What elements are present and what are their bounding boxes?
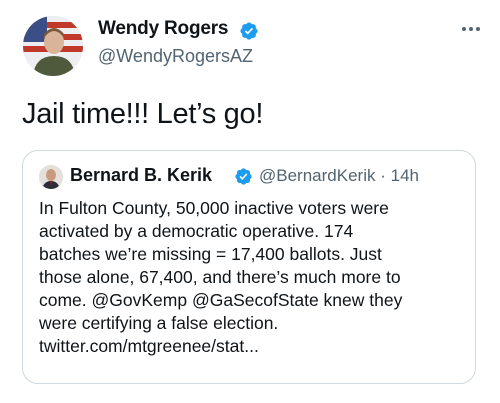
- quoted-text-line: those alone, 67,400, and there’s much mo…: [39, 267, 401, 287]
- avatar-image: [39, 165, 63, 189]
- quoted-author-avatar[interactable]: [39, 165, 63, 189]
- more-options-button[interactable]: [456, 18, 486, 40]
- quoted-text-line: In Fulton County, 50,000 inactive voters…: [39, 198, 389, 218]
- quoted-text-line: come. @GovKemp @GaSecofState knew they: [39, 290, 403, 310]
- quoted-text-line: were certifying a false election.: [39, 313, 279, 333]
- tweet-card: Wendy Rogers @WendyRogersAZ Jail time!!!…: [0, 0, 500, 403]
- quoted-tweet-meta: @BernardKerik · 14h: [259, 166, 419, 186]
- meta-separator: ·: [380, 166, 386, 185]
- ellipsis-icon: [469, 27, 473, 31]
- quoted-tweet[interactable]: Bernard B. Kerik @BernardKerik · 14h In …: [22, 150, 476, 384]
- quoted-tweet-link[interactable]: twitter.com/mtgreenee/stat...: [39, 335, 469, 358]
- quoted-tweet-timestamp[interactable]: 14h: [391, 166, 419, 185]
- verified-badge-icon: [240, 22, 258, 40]
- quoted-author-name[interactable]: Bernard B. Kerik: [70, 165, 212, 186]
- ellipsis-icon: [476, 27, 480, 31]
- author-handle[interactable]: @WendyRogersAZ: [98, 46, 253, 67]
- tweet-text: Jail time!!! Let’s go!: [22, 98, 264, 130]
- avatar-image: [23, 16, 83, 76]
- quoted-author-handle[interactable]: @BernardKerik: [259, 166, 375, 185]
- quoted-tweet-text: In Fulton County, 50,000 inactive voters…: [39, 197, 469, 358]
- verified-badge-icon: [235, 168, 252, 185]
- author-name[interactable]: Wendy Rogers: [98, 18, 228, 40]
- ellipsis-icon: [462, 27, 466, 31]
- author-avatar[interactable]: [23, 16, 83, 76]
- quoted-text-line: activated by a democratic operative. 174: [39, 221, 354, 241]
- quoted-text-line: batches we’re missing = 17,400 ballots. …: [39, 244, 382, 264]
